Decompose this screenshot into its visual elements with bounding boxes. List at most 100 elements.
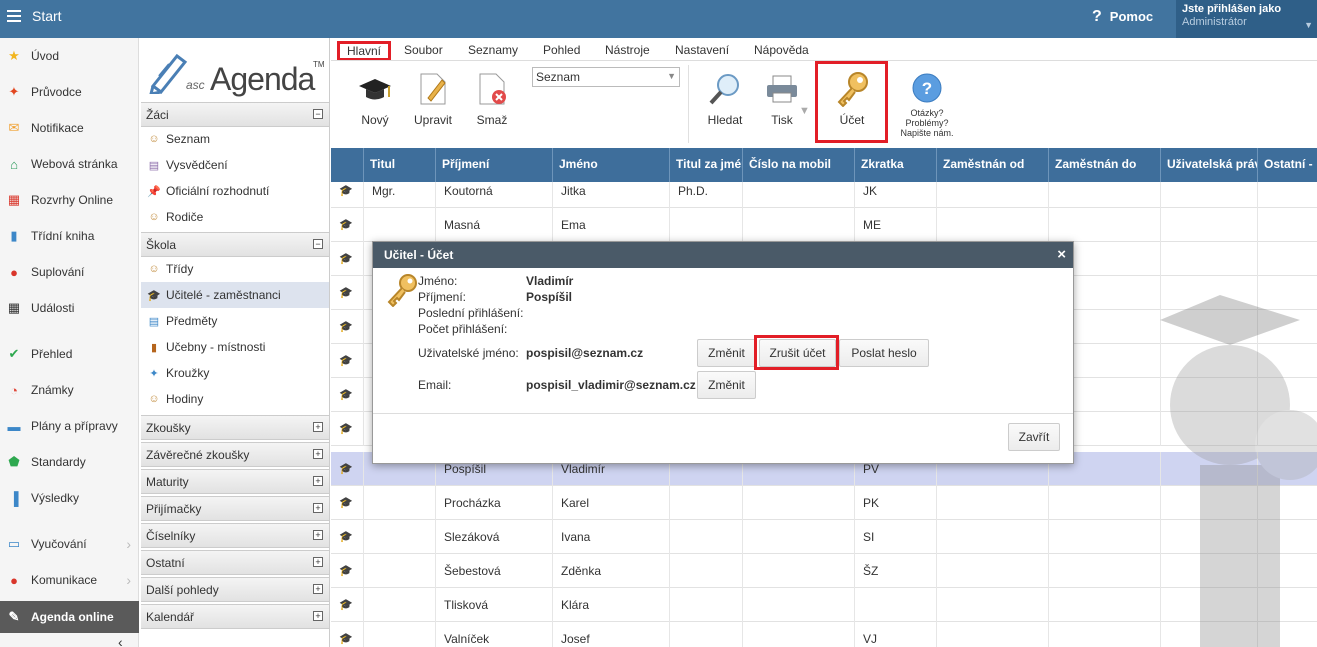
- sidebar-item-4[interactable]: ▦ Rozvrhy Online: [0, 185, 139, 215]
- close-icon[interactable]: ×: [1057, 246, 1066, 263]
- close-dialog-button[interactable]: Zavřít: [1008, 423, 1060, 451]
- expand-icon[interactable]: +: [313, 449, 323, 459]
- collapse-icon[interactable]: −: [313, 239, 323, 249]
- tab-seznamy[interactable]: Seznamy: [468, 43, 518, 57]
- tab-nastroje[interactable]: Nástroje: [605, 43, 650, 57]
- col-titul[interactable]: Titul: [363, 148, 435, 182]
- col-titul-za[interactable]: Titul za jménem: [669, 148, 742, 182]
- nav-item[interactable]: ☺ Seznam: [141, 126, 329, 152]
- nav-section-collapsed[interactable]: Přijímačky +: [141, 496, 329, 521]
- table-cell: [936, 208, 1048, 242]
- nav-item[interactable]: ▤ Vysvědčení: [141, 152, 329, 178]
- table-row[interactable]: 🎓 Masná Ema ME: [331, 208, 1317, 242]
- sidebar-item-2[interactable]: ✉ Notifikace: [0, 113, 139, 143]
- new-button[interactable]: Nový: [357, 71, 393, 127]
- sidebar-item-5[interactable]: ▮ Třídní kniha: [0, 221, 139, 251]
- help-link[interactable]: ? Pomoc: [1092, 8, 1153, 26]
- sidebar-item-label: Notifikace: [31, 121, 84, 135]
- nav-section-zaci[interactable]: Žáci −: [141, 102, 329, 127]
- col-jmeno[interactable]: Jméno: [552, 148, 669, 182]
- nav-section-collapsed[interactable]: Kalendář +: [141, 604, 329, 629]
- nav-section-collapsed[interactable]: Maturity +: [141, 469, 329, 494]
- table-cell: [1048, 554, 1160, 588]
- col-uzivatelska-prava[interactable]: Uživatelská práva: [1160, 148, 1257, 182]
- nav-item[interactable]: ☺ Třídy: [141, 256, 329, 282]
- tab-nastaveni[interactable]: Nastavení: [675, 43, 729, 57]
- nav-item[interactable]: ✦ Kroužky: [141, 360, 329, 386]
- sidebar-item-0[interactable]: ★ Úvod: [0, 41, 139, 71]
- expand-icon[interactable]: +: [313, 530, 323, 540]
- nav-section-collapsed[interactable]: Ostatní +: [141, 550, 329, 575]
- nav-item[interactable]: 🎓 Učitelé - zaměstnanci: [141, 282, 329, 308]
- sidebar-item-label: Úvod: [31, 49, 60, 63]
- sidebar-item-3[interactable]: ⌂ Webová stránka: [0, 149, 139, 179]
- nav-section-skola[interactable]: Škola −: [141, 232, 329, 257]
- feedback-button[interactable]: ? Otázky? Problémy? Napište nám.: [897, 73, 957, 138]
- nav-item[interactable]: ▤ Předměty: [141, 308, 329, 334]
- sidebar-item-7[interactable]: ▦ Události: [0, 293, 139, 323]
- tab-pohled[interactable]: Pohled: [543, 43, 580, 57]
- delete-button[interactable]: Smaž: [474, 71, 510, 127]
- sidebar-item-14[interactable]: ● Komunikace ›: [0, 565, 139, 595]
- send-password-button[interactable]: Poslat heslo: [839, 339, 929, 367]
- search-button[interactable]: Hledat: [705, 71, 745, 127]
- print-dropdown-icon[interactable]: ▼: [799, 105, 810, 117]
- sidebar-item-1[interactable]: ✦ Průvodce: [0, 77, 139, 107]
- col-zamestnan-do[interactable]: Zaměstnán do: [1048, 148, 1160, 182]
- collapse-sidebar-icon[interactable]: ‹: [118, 634, 123, 647]
- sidebar-item-10[interactable]: ▬ Plány a přípravy: [0, 411, 139, 441]
- view-select[interactable]: Seznam ▼: [532, 67, 680, 87]
- teacher-cap-icon: 🎓: [339, 423, 353, 435]
- nav-section-collapsed[interactable]: Zkoušky +: [141, 415, 329, 440]
- nav-section-collapsed[interactable]: Číselníky +: [141, 523, 329, 548]
- sidebar-item-12[interactable]: ▐ Výsledky: [0, 483, 139, 513]
- expand-icon[interactable]: +: [313, 503, 323, 513]
- expand-icon[interactable]: +: [313, 584, 323, 594]
- nav-section-collapsed[interactable]: Další pohledy +: [141, 577, 329, 602]
- col-zkratka[interactable]: Zkratka: [854, 148, 936, 182]
- nav-section-collapsed[interactable]: Závěrečné zkoušky +: [141, 442, 329, 467]
- teacher-cap-icon: 🎓: [339, 531, 353, 543]
- nav-item[interactable]: ▮ Učebny - místnosti: [141, 334, 329, 360]
- menu-icon[interactable]: [7, 10, 21, 24]
- graduation-cap-icon: [357, 71, 393, 107]
- col-prijmeni[interactable]: Příjmení: [435, 148, 552, 182]
- sidebar-item-9[interactable]: ◔ Známky: [0, 375, 139, 405]
- expand-icon[interactable]: +: [313, 476, 323, 486]
- sidebar-item-8[interactable]: ✔ Přehled: [0, 339, 139, 369]
- expand-icon[interactable]: +: [313, 611, 323, 621]
- start-title[interactable]: Start: [32, 8, 62, 24]
- tab-napoveda[interactable]: Nápověda: [754, 43, 809, 57]
- tab-hlavni[interactable]: Hlavní: [337, 41, 391, 61]
- nav-item[interactable]: 📌 Oficiální rozhodnutí: [141, 178, 329, 204]
- sidebar-item-13[interactable]: ▭ Vyučování ›: [0, 529, 139, 559]
- edit-button[interactable]: Upravit: [413, 71, 453, 127]
- calendar-icon: ▦: [7, 300, 21, 315]
- table-row[interactable]: 🎓 Mgr. Koutorná Jitka Ph.D. JK: [331, 182, 1317, 208]
- teacher-cap-icon: 🎓: [339, 599, 353, 611]
- expand-icon[interactable]: +: [313, 422, 323, 432]
- nav-item[interactable]: ☺ Rodiče: [141, 204, 329, 230]
- question-circle-icon: ?: [912, 73, 942, 103]
- change-email-button[interactable]: Změnit: [697, 371, 756, 399]
- sidebar-item-11[interactable]: ⬟ Standardy: [0, 447, 139, 477]
- asc-agenda-logo: asc Agenda TM: [149, 46, 329, 97]
- col-zamestnan-od[interactable]: Zaměstnán od: [936, 148, 1048, 182]
- teacher-cap-icon: 🎓: [339, 253, 353, 265]
- change-username-button[interactable]: Změnit: [697, 339, 756, 367]
- user-menu[interactable]: Jste přihlášen jako Administrátor ▼: [1176, 0, 1317, 38]
- sidebar-item-6[interactable]: ● Suplování: [0, 257, 139, 287]
- tab-soubor[interactable]: Soubor: [404, 43, 443, 57]
- col-mobil[interactable]: Číslo na mobil: [742, 148, 854, 182]
- sidebar-item-label: Výsledky: [31, 491, 80, 505]
- collapse-icon[interactable]: −: [313, 109, 323, 119]
- table-cell: Valníček: [435, 622, 552, 647]
- expand-icon[interactable]: +: [313, 557, 323, 567]
- sidebar-item-label: Přehled: [31, 347, 73, 361]
- first-name-label: Jméno:: [418, 274, 458, 288]
- nav-item[interactable]: ☺ Hodiny: [141, 386, 329, 412]
- col-ostatni[interactable]: Ostatní -: [1257, 148, 1317, 182]
- sidebar-item-15[interactable]: ✎ Agenda online: [0, 601, 139, 633]
- table-cell: Koutorná: [435, 182, 552, 208]
- print-button[interactable]: Tisk: [764, 71, 800, 127]
